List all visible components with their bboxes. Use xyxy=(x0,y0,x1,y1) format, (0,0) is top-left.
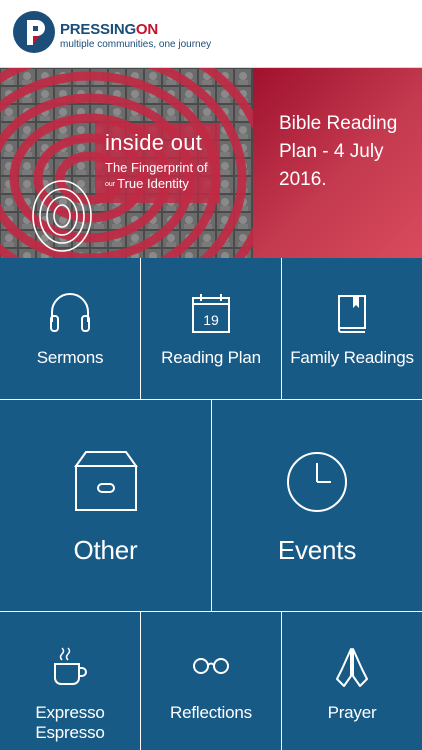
tile-expresso-label-line1: Expresso xyxy=(35,703,105,722)
banner-art-subtitle-2: our True Identity xyxy=(105,176,189,191)
archive-box-icon xyxy=(73,451,138,511)
brand-tagline: multiple communities, one journey xyxy=(60,39,212,50)
tile-events-label: Events xyxy=(277,535,357,565)
app-header: PRESSINGON multiple communities, one jou… xyxy=(0,0,422,68)
banner-info-panel: Bible Reading Plan - 4 July 2016. xyxy=(253,68,422,258)
tile-other-label: Other xyxy=(73,535,138,565)
glasses-icon xyxy=(193,658,229,674)
tile-prayer-label: Prayer xyxy=(327,703,377,722)
calendar-day-number: 19 xyxy=(203,312,219,328)
tile-family-readings[interactable]: Family Readings xyxy=(282,258,422,400)
tile-sermons-label: Sermons xyxy=(36,348,104,367)
tile-family-readings-label: Family Readings xyxy=(290,348,414,367)
banner-artwork: inside out The Fingerprint of our True Id… xyxy=(0,68,253,258)
tile-sermons[interactable]: Sermons xyxy=(0,258,141,400)
tile-other[interactable]: Other xyxy=(0,400,212,612)
brand-name-part2: ON xyxy=(135,21,159,38)
brand-name-part1: PRESSING xyxy=(60,21,136,38)
featured-banner[interactable]: inside out The Fingerprint of our True Id… xyxy=(0,68,422,258)
banner-art-title: inside out xyxy=(105,130,203,155)
pressingon-logo-icon xyxy=(13,11,55,53)
brand-name: PRESSINGON xyxy=(60,21,158,38)
tile-expresso-label-line2: Espresso xyxy=(35,723,105,742)
tile-reading-plan-label: Reading Plan xyxy=(161,348,261,367)
banner-text: Bible Reading Plan - 4 July 2016. xyxy=(279,113,398,190)
tile-reflections-label: Reflections xyxy=(170,703,252,722)
tile-reflections[interactable]: Reflections xyxy=(141,612,282,750)
banner-art-subtitle-main: True Identity xyxy=(117,176,189,191)
tile-expresso-label: Expresso Espresso xyxy=(0,703,140,743)
banner-art-subtitle-small: our xyxy=(105,181,116,189)
book-icon xyxy=(338,295,366,333)
clock-icon xyxy=(287,452,347,512)
banner-art-subtitle-1: The Fingerprint of xyxy=(105,160,208,175)
tile-events[interactable]: Events xyxy=(212,400,422,612)
headphones-icon xyxy=(50,293,90,332)
tile-prayer[interactable]: Prayer xyxy=(282,612,422,750)
coffee-cup-icon xyxy=(54,647,87,685)
praying-hands-icon xyxy=(336,648,368,687)
calendar-icon: 19 xyxy=(192,294,230,333)
tile-expresso-espresso[interactable]: Expresso Espresso xyxy=(0,612,141,750)
tile-reading-plan[interactable]: 19 Reading Plan xyxy=(141,258,282,400)
